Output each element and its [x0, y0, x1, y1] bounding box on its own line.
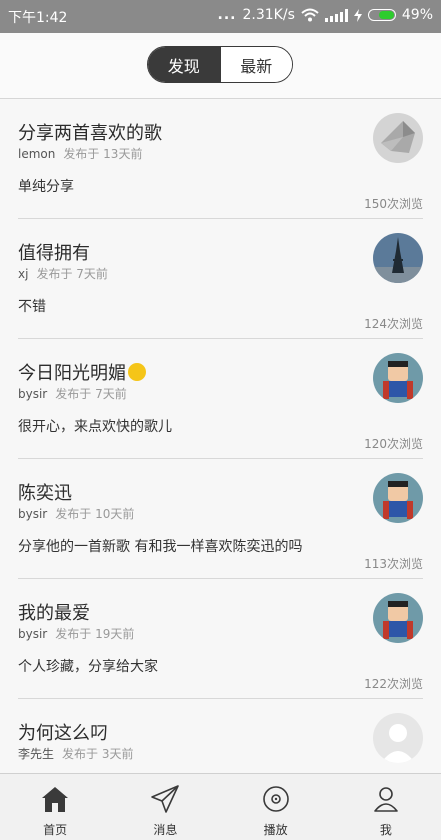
- post-body: 分享他的一首新歌 有和我一样喜欢陈奕迅的吗: [18, 539, 303, 555]
- post-views: 124次浏览: [364, 317, 423, 331]
- emoji-icon: [128, 363, 146, 381]
- post-time: 发布于 19天前: [55, 627, 135, 641]
- post-author: lemon: [18, 147, 56, 161]
- list-item[interactable]: 陈奕迅 bysir 发布于 10天前 分享他的一首新歌 有和我一样喜欢陈奕迅的吗 …: [18, 459, 423, 579]
- post-time: 发布于 13天前: [63, 147, 143, 161]
- post-body: 单纯分享: [18, 179, 74, 195]
- tower-avatar[interactable]: [373, 233, 423, 283]
- nav-home[interactable]: 首页: [0, 774, 110, 840]
- post-list[interactable]: 分享两首喜欢的歌 lemon 发布于 13天前 单纯分享 150次浏览 值得拥有 …: [0, 99, 441, 773]
- nav-play-label: 播放: [263, 823, 288, 837]
- post-time: 发布于 7天前: [36, 267, 108, 281]
- superhero-avatar[interactable]: [373, 593, 423, 643]
- list-item[interactable]: 今日阳光明媚 bysir 发布于 7天前 很开心，来点欢快的歌儿 120次浏览: [18, 339, 423, 459]
- post-time: 发布于 7天前: [55, 387, 127, 401]
- post-views: 113次浏览: [364, 557, 423, 571]
- post-title: 今日阳光明媚: [18, 363, 126, 384]
- superhero-avatar[interactable]: [373, 353, 423, 403]
- nav-play[interactable]: 播放: [221, 774, 331, 840]
- default-avatar[interactable]: [373, 713, 423, 763]
- paper-plane-icon: [151, 785, 180, 813]
- nav-messages-label: 消息: [153, 823, 178, 837]
- post-views: 122次浏览: [364, 677, 423, 691]
- post-views: 120次浏览: [364, 437, 423, 451]
- post-body: 个人珍藏，分享给大家: [18, 659, 158, 675]
- signal-icon: [324, 8, 348, 22]
- post-author: xj: [18, 267, 29, 281]
- bottom-nav: 首页 消息 播放 我: [0, 773, 441, 840]
- post-author: 李先生: [18, 747, 55, 761]
- network-speed: 2.31K/s: [242, 7, 295, 23]
- list-item[interactable]: 为何这么叼 李先生 发布于 3天前: [18, 699, 423, 773]
- charging-icon: [353, 8, 362, 22]
- battery-icon: [367, 9, 396, 21]
- list-item[interactable]: 分享两首喜欢的歌 lemon 发布于 13天前 单纯分享 150次浏览: [18, 99, 423, 219]
- disc-icon: [262, 786, 289, 812]
- post-title: 分享两首喜欢的歌: [18, 123, 162, 144]
- post-title: 陈奕迅: [18, 483, 72, 504]
- post-title: 我的最爱: [18, 603, 90, 624]
- post-title: 为何这么叼: [18, 723, 108, 744]
- status-dots: ...: [217, 7, 237, 23]
- post-time: 发布于 10天前: [55, 507, 135, 521]
- nav-messages[interactable]: 消息: [110, 774, 220, 840]
- status-bar: 下午1:42 ... 2.31K/s 49%: [0, 0, 441, 33]
- segment-control: 发现 最新: [147, 46, 293, 83]
- origami-avatar[interactable]: [373, 113, 423, 163]
- tab-latest[interactable]: 最新: [219, 47, 292, 82]
- nav-home-label: 首页: [43, 823, 68, 837]
- superhero-avatar[interactable]: [373, 473, 423, 523]
- post-author: bysir: [18, 387, 48, 401]
- list-item[interactable]: 我的最爱 bysir 发布于 19天前 个人珍藏，分享给大家 122次浏览: [18, 579, 423, 699]
- post-body: 不错: [18, 299, 46, 315]
- nav-me-label: 我: [379, 823, 392, 837]
- battery-percent: 49%: [401, 7, 433, 23]
- top-bar: 发现 最新: [0, 33, 441, 99]
- post-views: 150次浏览: [364, 197, 423, 211]
- wifi-icon: [301, 8, 319, 22]
- home-icon: [42, 787, 69, 812]
- post-body: 很开心，来点欢快的歌儿: [18, 419, 172, 435]
- post-title: 值得拥有: [18, 243, 90, 264]
- list-item[interactable]: 值得拥有 xj 发布于 7天前 不错 124次浏览: [18, 219, 423, 339]
- post-time: 发布于 3天前: [62, 747, 134, 761]
- user-icon: [374, 787, 398, 812]
- tab-discover[interactable]: 发现: [148, 47, 220, 82]
- nav-me[interactable]: 我: [331, 774, 441, 840]
- status-time: 下午1:42: [8, 10, 68, 26]
- post-author: bysir: [18, 507, 48, 521]
- post-author: bysir: [18, 627, 48, 641]
